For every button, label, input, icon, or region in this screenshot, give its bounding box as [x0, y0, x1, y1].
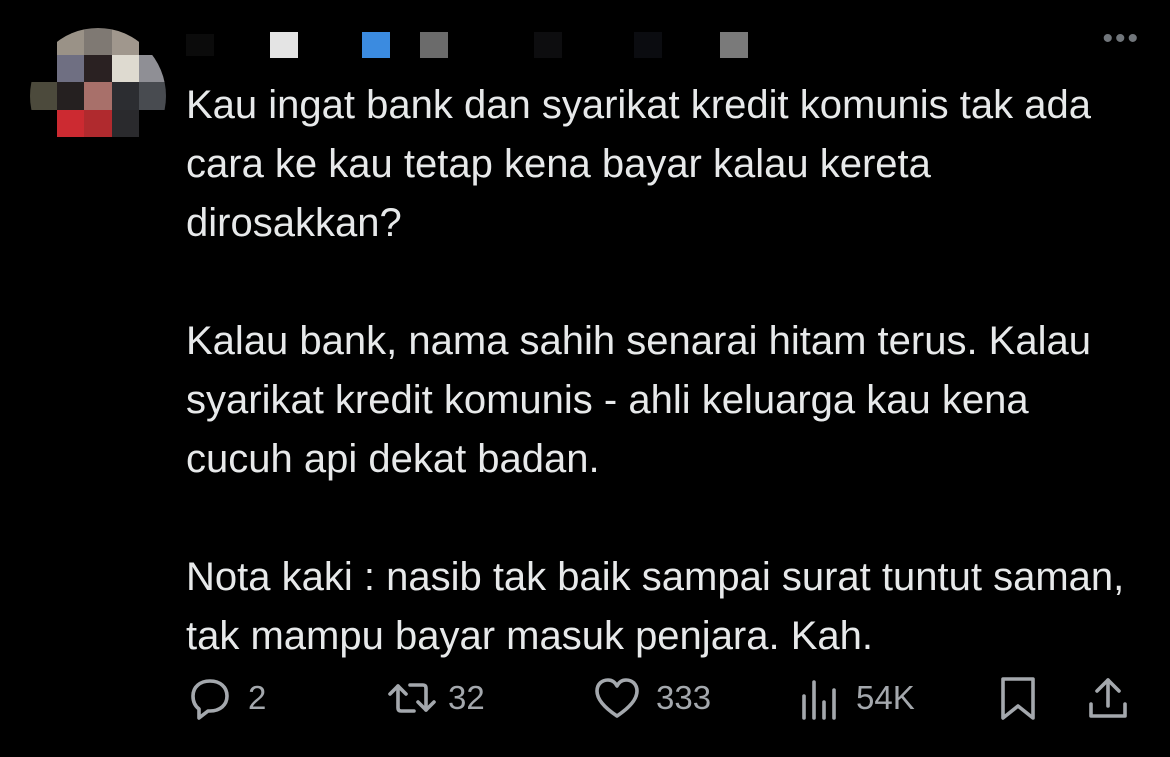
censor-block [634, 32, 662, 58]
bookmark-icon [998, 674, 1038, 722]
views-icon [798, 674, 842, 722]
share-button[interactable] [1086, 672, 1130, 724]
tweet-paragraph: Kau ingat bank dan syarikat kredit komun… [186, 83, 1091, 245]
reply-icon [186, 674, 234, 722]
action-bar: 2 32 333 54K [186, 672, 1136, 724]
retweet-button[interactable]: 32 [386, 672, 485, 724]
avatar[interactable] [30, 28, 166, 164]
tweet-header-censored [186, 20, 1086, 60]
tweet-paragraph: Kalau bank, nama sahih senarai hitam ter… [186, 319, 1091, 481]
censor-block [362, 32, 390, 58]
censor-block [420, 32, 448, 58]
heart-icon [592, 674, 642, 722]
reply-count: 2 [248, 679, 267, 716]
bookmark-button[interactable] [998, 672, 1038, 724]
censor-block [534, 32, 562, 58]
retweet-icon [386, 674, 438, 722]
censor-block [270, 32, 298, 58]
censor-block [720, 32, 748, 58]
tweet-paragraph: Nota kaki : nasib tak baik sampai surat … [186, 555, 1125, 658]
retweet-count: 32 [448, 679, 485, 716]
more-options-icon[interactable]: ••• [1102, 24, 1140, 54]
tweet-text: Kau ingat bank dan syarikat kredit komun… [186, 76, 1146, 666]
like-button[interactable]: 333 [592, 672, 711, 724]
views-count: 54K [856, 679, 915, 716]
views-button[interactable]: 54K [798, 672, 915, 724]
reply-button[interactable]: 2 [186, 672, 266, 724]
share-icon [1086, 674, 1130, 722]
censor-block [186, 34, 214, 56]
like-count: 333 [656, 679, 712, 716]
